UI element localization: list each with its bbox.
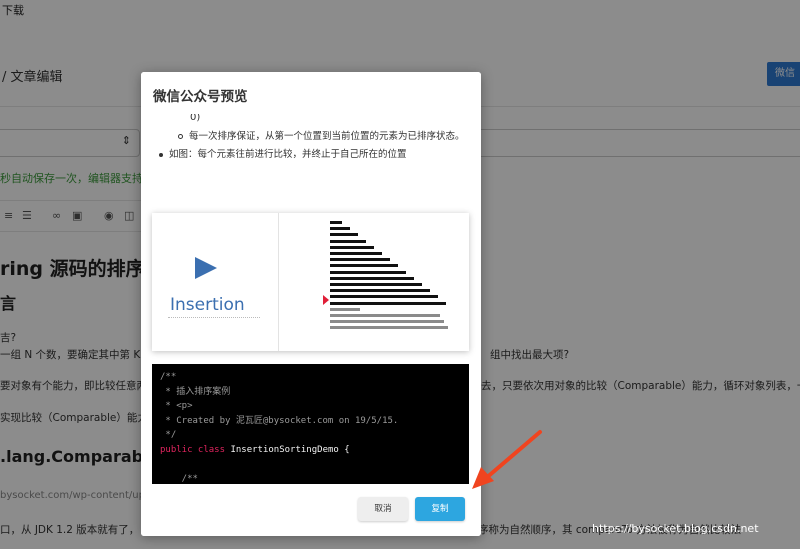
watermark: https://bysocket.blog.csdn.net bbox=[592, 522, 759, 535]
annotation-arrow-icon bbox=[472, 430, 542, 489]
